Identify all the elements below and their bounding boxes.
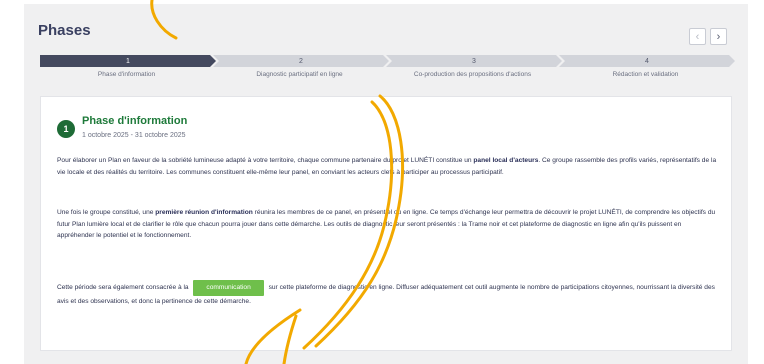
phase-dates: 1 octobre 2025 - 31 octobre 2025 <box>82 132 186 139</box>
phase-number-badge: 1 <box>57 120 75 138</box>
phase-stepper: 1 2 3 4 <box>40 55 732 67</box>
page-title: Phases <box>38 22 91 39</box>
paragraph-communication: Cette période sera également consacrée à… <box>57 280 717 307</box>
step-labels: Phase d'information Diagnostic participa… <box>40 71 732 78</box>
step-number: 4 <box>645 57 649 65</box>
step-number: 1 <box>126 57 130 65</box>
step-2[interactable]: 2 <box>213 55 389 67</box>
step-label-1[interactable]: Phase d'information <box>40 71 213 78</box>
bold-text: panel local d'acteurs <box>473 157 539 164</box>
paragraph-panel: Pour élaborer un Plan en faveur de la so… <box>57 155 717 178</box>
next-button[interactable]: › <box>710 28 727 45</box>
bold-text: première réunion d'information <box>155 209 253 216</box>
phases-panel: Phases ‹ › 1 2 3 4 Phase d'information D… <box>24 4 748 364</box>
step-3[interactable]: 3 <box>386 55 562 67</box>
step-1[interactable]: 1 <box>40 55 216 67</box>
step-4[interactable]: 4 <box>559 55 735 67</box>
step-label-2[interactable]: Diagnostic participatif en ligne <box>213 71 386 78</box>
text: Pour élaborer un Plan en faveur de la so… <box>57 157 474 164</box>
step-label-4[interactable]: Rédaction et validation <box>559 71 732 78</box>
chevron-left-icon: ‹ <box>695 30 700 43</box>
previous-button[interactable]: ‹ <box>689 28 706 45</box>
phases-header: Phases ‹ › <box>24 14 748 45</box>
step-label-3[interactable]: Co-production des propositions d'actions <box>386 71 559 78</box>
communication-highlight[interactable]: communication <box>193 280 264 296</box>
chevron-right-icon: › <box>716 30 721 43</box>
step-number: 3 <box>472 57 476 65</box>
phase-title: Phase d'information <box>82 115 188 127</box>
step-number: 2 <box>299 57 303 65</box>
phase-card: 1 Phase d'information 1 octobre 2025 - 3… <box>40 96 732 351</box>
text: Une fois le groupe constitué, une <box>57 209 156 216</box>
paragraph-meeting: Une fois le groupe constitué, une premiè… <box>57 207 717 242</box>
text: Cette période sera également consacrée à… <box>57 284 191 291</box>
